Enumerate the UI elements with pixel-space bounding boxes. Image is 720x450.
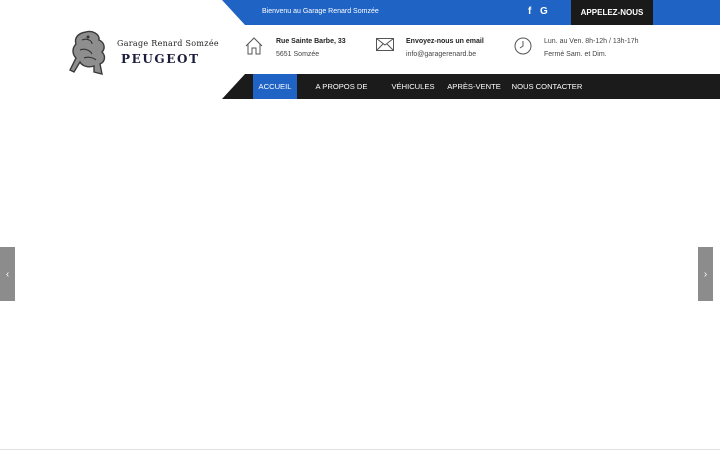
email-title: Envoyez-nous un email bbox=[406, 38, 484, 45]
email-address[interactable]: info@garagerenard.be bbox=[406, 48, 484, 61]
peugeot-lion-icon bbox=[69, 30, 106, 75]
address-info: Rue Sainte Barbe, 33 5651 Somzée bbox=[276, 35, 346, 61]
nav-item-apres-vente[interactable]: APRÈS-VENTE bbox=[447, 74, 501, 99]
slider-next-button[interactable]: › bbox=[698, 247, 713, 301]
logo-peugeot-text: PEUGEOT bbox=[121, 52, 200, 66]
logo-brand-text: Garage Renard Somzée bbox=[117, 39, 219, 48]
nav-item-a-propos[interactable]: A PROPOS DE NOUS bbox=[304, 74, 379, 116]
envelope-icon bbox=[376, 38, 394, 57]
google-icon[interactable]: G bbox=[540, 6, 548, 17]
clock-icon bbox=[514, 37, 532, 60]
address-city: 5651 Somzée bbox=[276, 51, 320, 58]
address-title: Rue Sainte Barbe, 33 bbox=[276, 38, 346, 45]
hours-info: Lun. au Ven. 8h-12h / 13h-17h Fermé Sam.… bbox=[544, 35, 639, 61]
call-us-button[interactable]: APPELEZ-NOUS bbox=[571, 0, 653, 25]
hours-weekdays: Lun. au Ven. 8h-12h / 13h-17h bbox=[544, 38, 639, 45]
slider-prev-button[interactable]: ‹ bbox=[0, 247, 15, 301]
home-icon bbox=[245, 37, 263, 60]
hours-weekend: Fermé Sam. et Dim. bbox=[544, 51, 607, 58]
nav-item-contact[interactable]: NOUS CONTACTER bbox=[511, 74, 583, 99]
welcome-text: Bienvenu au Garage Renard Somzée bbox=[262, 8, 379, 15]
nav-item-accueil[interactable]: ACCUEIL bbox=[253, 74, 297, 99]
facebook-icon[interactable]: f bbox=[528, 6, 531, 17]
email-info: Envoyez-nous un email info@garagerenard.… bbox=[406, 35, 484, 61]
logo[interactable]: Garage Renard Somzée PEUGEOT bbox=[66, 28, 219, 76]
nav-item-vehicules[interactable]: VÉHICULES bbox=[389, 74, 437, 99]
